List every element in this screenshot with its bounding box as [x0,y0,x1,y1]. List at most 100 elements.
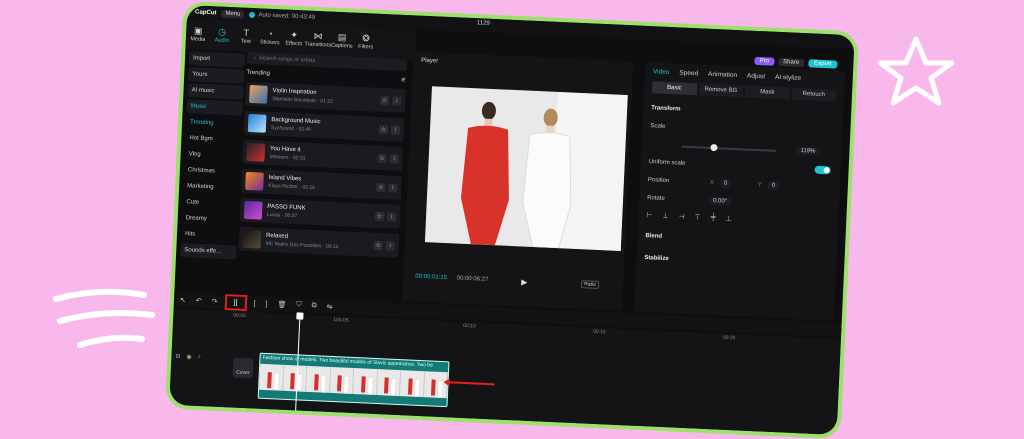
tab-animation[interactable]: Animation [708,71,737,79]
tab-audio-label: Audio [214,37,229,44]
split-button[interactable]: ][ [227,296,244,309]
tab-stickers[interactable]: ◔ Stickers [257,22,282,53]
list-item[interactable]: PASSO FUNK Lucas · 00:27 ☆ ↓ [239,197,401,229]
subtab-retouch[interactable]: Retouch [791,87,837,102]
nav-yours[interactable]: Yours [187,67,245,84]
delete-icon[interactable]: 🗑 [277,300,286,308]
nav-ai-music[interactable]: AI music [187,83,244,100]
undo-icon[interactable]: ↶ [196,297,202,305]
tab-adjust[interactable]: Adjust [747,73,765,81]
tab-captions[interactable]: ▤ Captions [329,26,354,57]
app-logo: CapCut [194,9,217,17]
hide-icon[interactable]: ◉ [186,353,192,360]
mute-icon[interactable]: ♪ [198,354,201,361]
position-label: Position [647,177,670,185]
tab-ai-stylize[interactable]: AI stylize [775,74,801,82]
favorite-icon[interactable]: ☆ [373,240,383,250]
align-center-icon[interactable]: ⊥ [662,212,668,220]
autosave-status: Auto saved: 00:43:49 [249,11,315,21]
list-item[interactable]: Relaxed MC Matrix Dos Possibles · 00:10 ☆… [238,226,400,258]
download-icon[interactable]: ↓ [386,211,397,222]
ratio-button[interactable]: Ratio [580,280,600,290]
nav-cute[interactable]: Cute [182,195,239,212]
tab-stickers-label: Stickers [259,39,280,47]
track-actions: ☆ ↓ [377,153,399,164]
nav-sound-effects[interactable]: Sounds effe... [179,242,237,260]
tab-filters[interactable]: ❂ Filters [353,27,378,58]
flip-icon[interactable]: ⇋ [326,303,332,311]
align-middle-icon[interactable]: ╪ [711,214,716,222]
list-item[interactable]: Background Music SyaSound · 03:46 ☆ ↓ [243,110,405,142]
select-icon[interactable]: ↖ [180,296,186,304]
nav-marketing[interactable]: Marketing [183,179,240,196]
slider-handle[interactable] [709,143,718,152]
subtab-mask[interactable]: Mask [744,85,790,100]
tab-speed[interactable]: Speed [679,69,698,77]
align-right-icon[interactable]: ⊣ [678,213,684,221]
split-right-icon[interactable]: ] [265,300,267,307]
download-icon[interactable]: ↓ [390,124,401,135]
nav-christmas[interactable]: Christmas [184,163,241,180]
download-icon[interactable]: ↓ [388,182,398,193]
list-item[interactable]: Island Vibes Klaus Richter · 02:16 ☆ ↓ [240,168,402,200]
share-button[interactable]: Share [777,57,805,68]
mark-icon[interactable]: ⛉ [296,301,302,309]
play-icon[interactable]: ▶ [521,277,528,286]
tab-transitions[interactable]: ⋈ Transitions [304,24,331,55]
rotate-field[interactable]: 0.00° [708,196,732,206]
track-actions: ☆ ↓ [378,124,401,135]
scale-slider[interactable] [681,143,777,152]
tab-media[interactable]: ▣ Media [185,19,210,50]
nav-hot-bgm[interactable]: Hot Bgm [185,131,242,148]
export-button[interactable]: Export [807,59,838,69]
nav-music[interactable]: Music [186,99,244,116]
menu-button[interactable]: Menu [221,9,245,19]
stabilize-label[interactable]: Stabilize [644,255,669,262]
cover-button[interactable]: Cover [232,357,254,379]
video-clip[interactable]: Fashion show of models. Two beautiful mo… [257,352,450,408]
favorite-icon[interactable]: ☆ [380,95,390,105]
nav-trending[interactable]: Trending [186,115,243,132]
pos-x-field[interactable]: 0 [719,179,732,188]
crop-icon[interactable]: ⧉ [311,302,316,310]
clip-frame [399,370,425,398]
filter-icon[interactable]: ⚟ [401,77,407,84]
split-left-icon[interactable]: [ [253,300,255,307]
scale-value[interactable]: 119% [796,146,820,156]
annotation-arrow [448,381,495,386]
transitions-icon: ⋈ [313,30,323,42]
subtab-remove-bg[interactable]: Remove BG [698,83,744,98]
video-preview[interactable] [424,86,628,251]
align-bottom-icon[interactable]: ⊥ [726,215,732,223]
blend-label[interactable]: Blend [645,233,662,240]
list-item[interactable]: You Have it Mixtoom · 02:31 ☆ ↓ [242,139,404,171]
subtab-basic[interactable]: Basic [651,81,697,96]
clip-frame [329,366,355,394]
favorite-icon[interactable]: ☆ [374,211,385,221]
align-top-icon[interactable]: ⊤ [694,213,700,221]
align-left-icon[interactable]: ⊢ [646,211,652,219]
download-icon[interactable]: ↓ [389,153,399,164]
uniform-scale-label: Uniform scale [648,159,686,167]
nav-vlog[interactable]: Vlog [184,147,241,164]
nav-import[interactable]: Import [188,51,246,68]
nav-dreamy[interactable]: Dreamy [181,211,238,228]
pro-button[interactable]: Pro [754,56,775,66]
download-icon[interactable]: ↓ [385,240,395,251]
download-icon[interactable]: ↓ [392,95,402,106]
pos-y-field[interactable]: 0 [767,181,780,191]
tab-audio[interactable]: ◷ Audio [209,20,234,51]
favorite-icon[interactable]: ☆ [377,153,387,163]
nav-hits[interactable]: Hits [181,227,238,244]
favorite-icon[interactable]: ☆ [376,182,386,192]
list-item[interactable]: Violin Inspiration Stanislav Bacotaslo · … [244,81,406,114]
tab-video[interactable]: Video [653,68,670,76]
uniform-scale-toggle[interactable] [814,165,831,175]
track-actions: ☆ ↓ [376,182,398,193]
favorite-icon[interactable]: ☆ [378,124,389,134]
laptop-mockup: CapCut Menu Auto saved: 00:43:49 1129 Pr… [165,0,859,439]
redo-icon[interactable]: ↷ [212,297,218,305]
tab-effects[interactable]: ✦ Effects [281,23,306,54]
tab-text[interactable]: T Text [233,21,258,52]
lock-icon[interactable]: ⊟ [175,353,180,360]
